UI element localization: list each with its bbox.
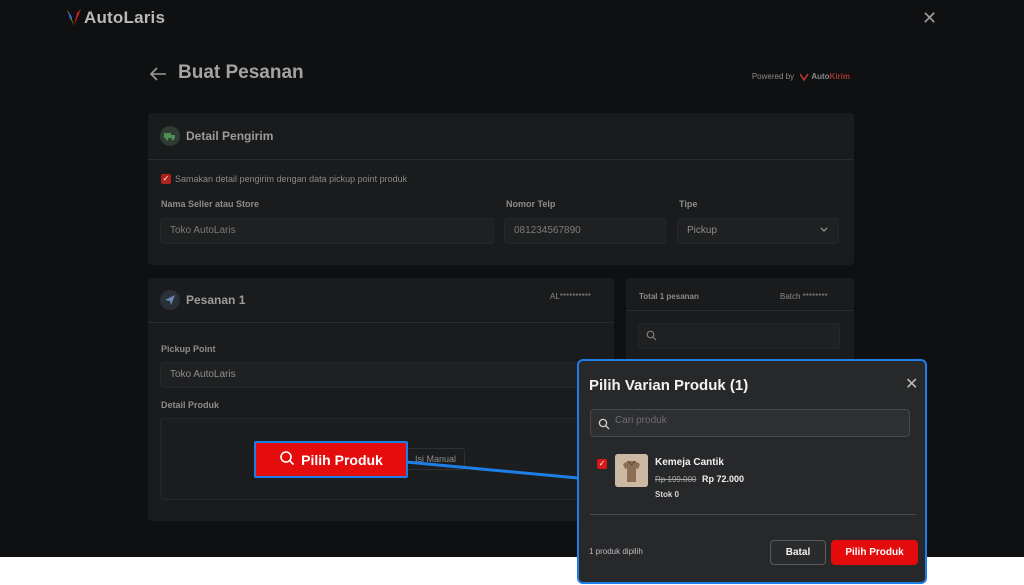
logo-text: AutoLaris [84, 8, 166, 27]
callout-label: Pilih Produk [301, 451, 383, 468]
summary-search-input[interactable] [638, 323, 840, 349]
type-select-value: Pickup [687, 225, 718, 236]
close-icon[interactable]: ✕ [922, 9, 937, 27]
powered-by-label: Powered by [751, 72, 795, 81]
same-as-pickup-checkbox[interactable]: ✓ [161, 174, 171, 184]
product-thumbnail [615, 454, 648, 487]
seller-input[interactable]: Toko AutoLaris [160, 218, 494, 244]
search-icon [598, 417, 610, 435]
batch-label: Batch ******** [780, 292, 828, 301]
seller-label: Nama Seller atau Store [161, 199, 260, 209]
divider [148, 159, 854, 160]
autolaris-logo-icon [66, 8, 82, 28]
product-search-input[interactable] [615, 415, 895, 426]
order-title: Pesanan 1 [186, 293, 246, 307]
page-header: Buat Pesanan Powered by AutoKirim [148, 60, 854, 90]
order-code: AL********** [550, 292, 591, 301]
modal-title: Pilih Varian Produk (1) [589, 377, 749, 394]
autokirim-logo: AutoKirim [799, 72, 850, 82]
product-sale-price: Rp 72.000 [702, 474, 745, 484]
divider [148, 322, 614, 323]
search-icon [279, 450, 295, 469]
product-stock: Stok 0 [655, 490, 680, 499]
sender-title: Detail Pengirim [186, 129, 274, 143]
order-card: Pesanan 1 AL********** Pickup Point Toko… [148, 278, 614, 521]
phone-label: Nomor Telp [506, 199, 556, 209]
product-detail-label: Detail Produk [161, 400, 220, 410]
manual-input-button[interactable]: Isi Manual [401, 448, 465, 470]
variant-picker-modal: Pilih Varian Produk (1) ✕ ✓ Kemeja Canti… [577, 359, 927, 584]
truck-icon [160, 126, 180, 146]
selected-count: 1 produk dipilih [589, 547, 643, 556]
phone-input[interactable]: 081234567890 [504, 218, 666, 244]
close-icon[interactable]: ✕ [905, 374, 918, 394]
back-arrow-icon[interactable] [148, 64, 168, 84]
type-label: Tipe [679, 199, 698, 209]
pickup-point-label: Pickup Point [161, 344, 216, 354]
powered-by: Powered by AutoKirim [751, 72, 850, 82]
pickup-point-select[interactable]: Toko AutoLaris [160, 362, 600, 388]
pilih-produk-button[interactable]: Pilih Produk [831, 540, 918, 565]
search-icon [646, 330, 657, 344]
send-icon [160, 290, 180, 310]
divider [626, 310, 854, 311]
page-title: Buat Pesanan [178, 62, 304, 83]
pilih-produk-callout-button[interactable]: Pilih Produk [254, 441, 408, 478]
manual-input-label: Isi Manual [414, 454, 456, 464]
product-name: Kemeja Cantik [655, 457, 724, 468]
chevron-down-icon [819, 224, 829, 237]
divider [590, 514, 916, 515]
product-search-field[interactable] [590, 409, 910, 437]
sender-card: Detail Pengirim ✓ Samakan detail pengiri… [148, 113, 854, 265]
app-logo: AutoLaris [66, 8, 165, 28]
product-original-price: Rp 199.000 [655, 475, 697, 484]
product-checkbox[interactable]: ✓ [597, 459, 607, 469]
cancel-button[interactable]: Batal [770, 540, 826, 565]
same-as-pickup-label: Samakan detail pengirim dengan data pick… [175, 174, 408, 184]
type-select[interactable]: Pickup [677, 218, 839, 244]
total-orders-label: Total 1 pesanan [639, 292, 699, 301]
